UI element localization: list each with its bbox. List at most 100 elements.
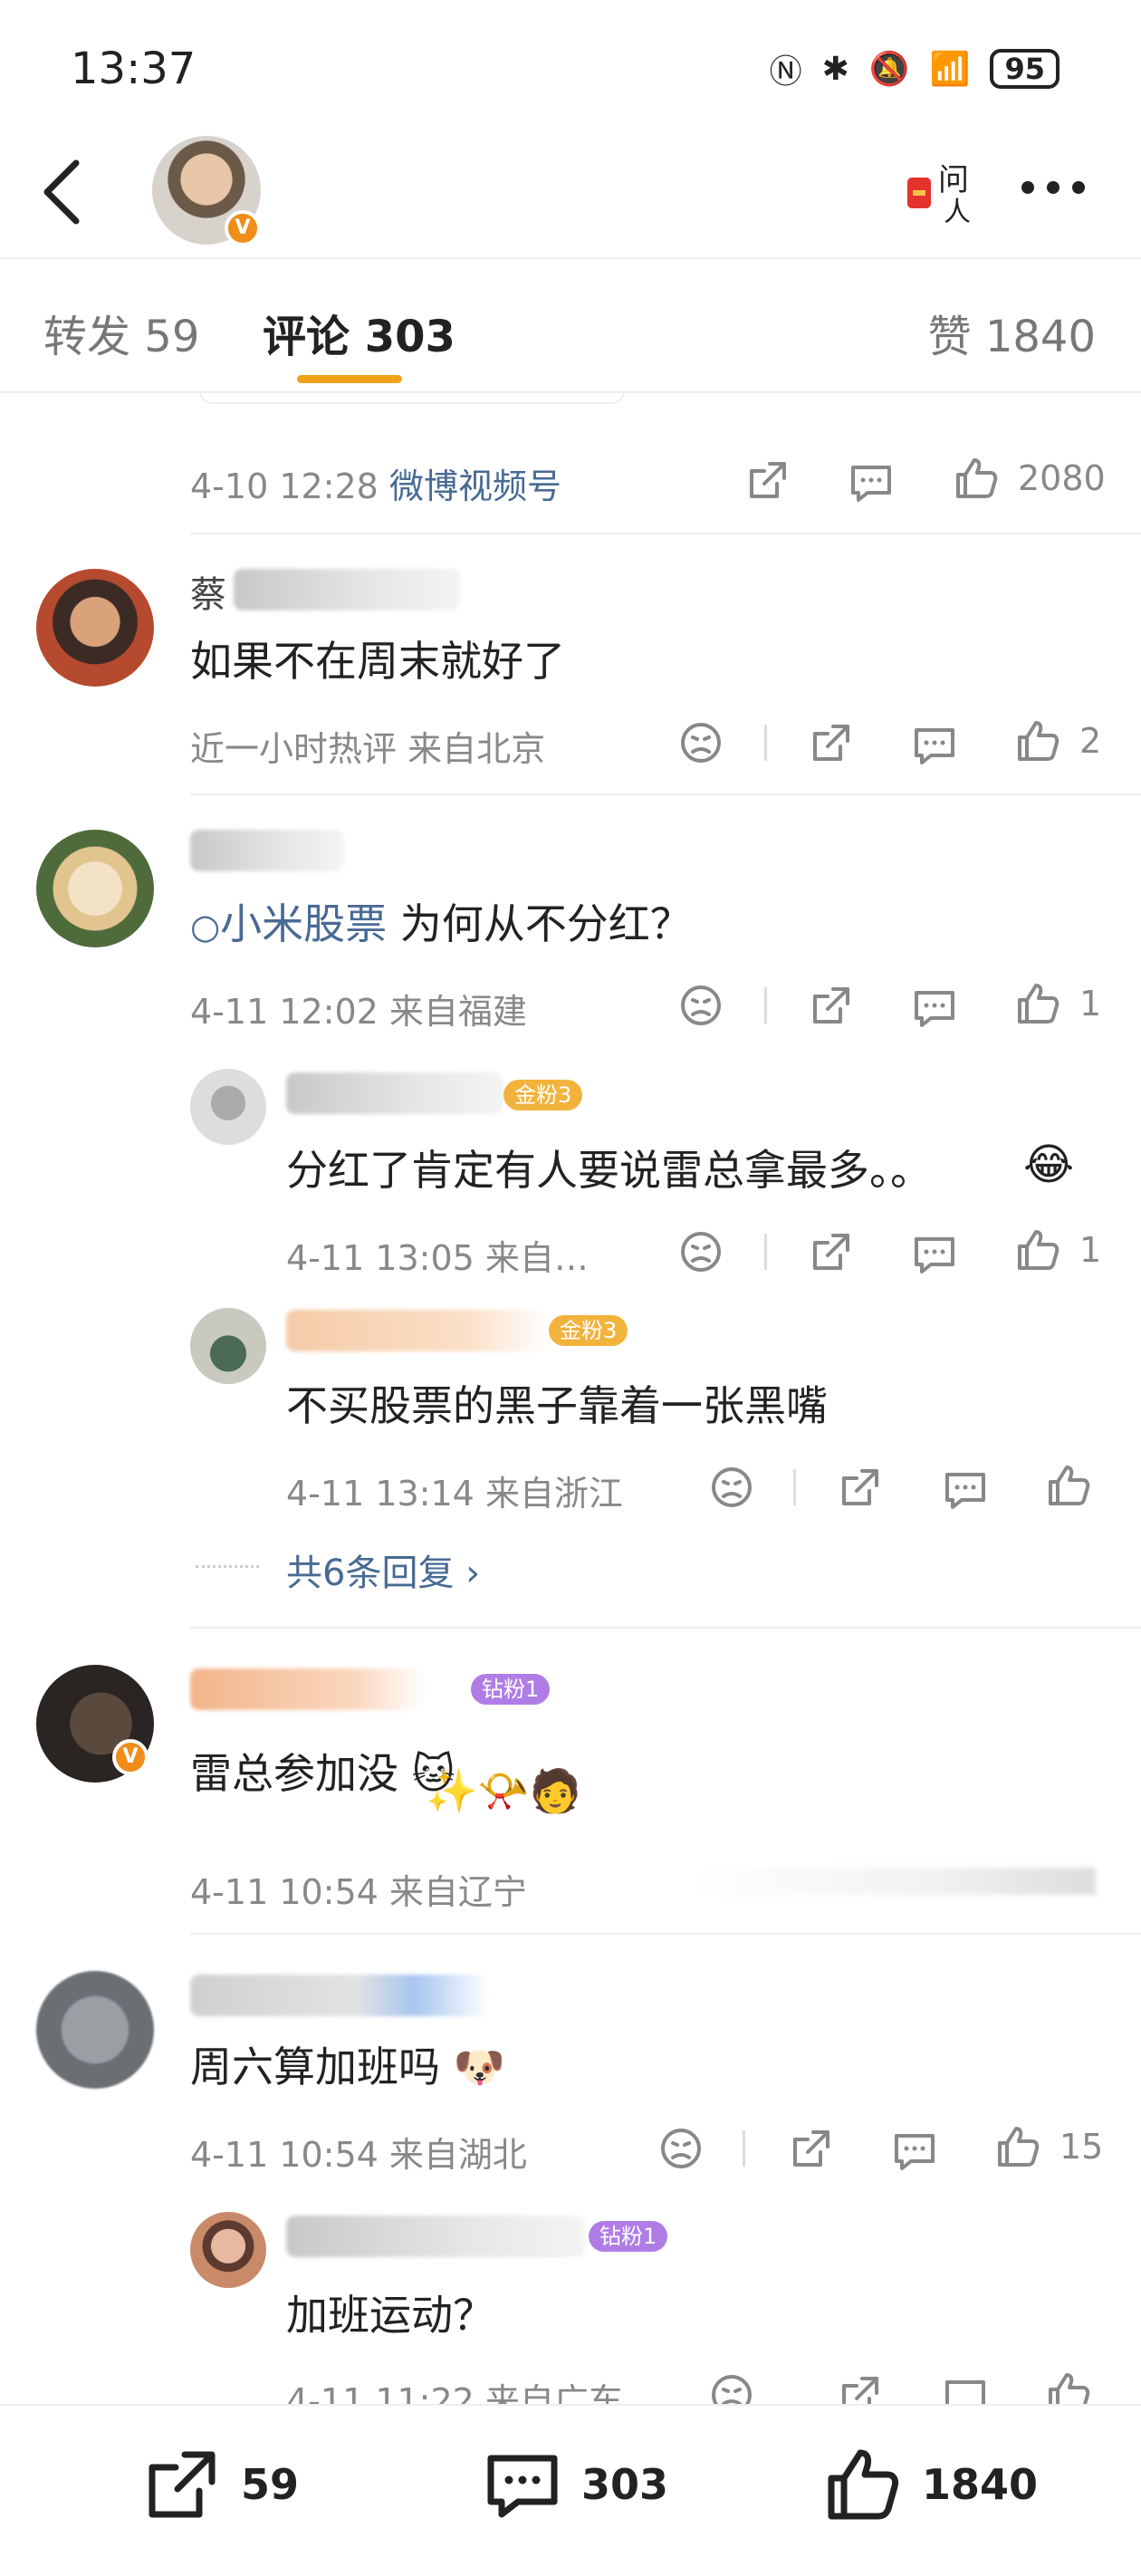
like-icon[interactable]	[1014, 1226, 1061, 1274]
bluetooth-icon: ✱	[821, 50, 849, 88]
replies-dots	[196, 1565, 259, 1568]
comment-meta: 4-11 10:54 来自辽宁	[190, 1872, 527, 1912]
mute-icon: 🔕	[868, 51, 910, 88]
share-icon[interactable]	[808, 982, 855, 1029]
tab-like-count: 1840	[984, 312, 1096, 362]
reply-avatar[interactable]	[190, 1069, 266, 1145]
reply-text: 不买股票的黑子靠着一张黑嘴	[286, 1381, 828, 1430]
more-replies-label: 共6条回复	[286, 1552, 455, 1594]
share-icon[interactable]	[808, 1228, 855, 1275]
tab-repost-label: 转发	[43, 312, 131, 362]
bottom-like-button[interactable]: 1840	[824, 2446, 1038, 2523]
dislike-icon[interactable]	[708, 1464, 755, 1511]
question-icon[interactable]: 问 人	[902, 154, 974, 226]
verified-badge-icon: V	[225, 210, 261, 246]
active-tab-indicator	[297, 375, 402, 383]
comment-icon[interactable]	[911, 984, 958, 1031]
more-icon[interactable]	[1021, 181, 1085, 194]
bottom-like-count: 1840	[922, 2460, 1039, 2509]
tab-repost-count: 59	[144, 312, 200, 362]
post-like-count: 2080	[1018, 458, 1106, 498]
reply-avatar[interactable]	[190, 1308, 266, 1384]
separator	[793, 1469, 796, 1505]
comment-icon[interactable]	[848, 458, 895, 505]
share-icon[interactable]	[837, 1464, 884, 1511]
reply-meta: 4-11 13:05 来自…	[286, 1238, 589, 1278]
search-icon: ○	[190, 907, 221, 947]
svg-text:问: 问	[938, 162, 969, 198]
doge-emoji-icon: 🐶	[453, 2043, 505, 2091]
nfc-icon: Ⓝ	[769, 53, 802, 91]
chevron-right-icon: ›	[465, 1552, 481, 1594]
reply-meta: 4-11 13:14 来自浙江	[286, 1474, 623, 1514]
comment-text: 雷总参加没 🐱	[190, 1741, 455, 1801]
share-icon	[149, 2451, 216, 2518]
post-time: 4-10 12:28	[190, 466, 379, 506]
like-icon[interactable]	[994, 2123, 1041, 2170]
comment-meta: 4-11 10:54 来自湖北	[190, 2135, 527, 2175]
fan-badge: 钻粉1	[471, 1674, 551, 1705]
blurred-username	[286, 2216, 585, 2257]
sticker-icon: ✨📯🧑	[426, 1766, 581, 1815]
comment-avatar[interactable]	[36, 830, 154, 947]
status-time: 13:37	[71, 43, 197, 94]
laugh-emoji-icon: 😂	[1023, 1139, 1075, 1190]
topic-link[interactable]: ○小米股票	[190, 899, 387, 948]
comment-icon[interactable]	[911, 721, 958, 768]
tab-comment[interactable]: 评论 303	[263, 301, 455, 364]
more-replies-link[interactable]: 共6条回复 ›	[286, 1543, 480, 1596]
comment-text-content: 周六算加班吗	[190, 2043, 440, 2091]
post-meta: 4-10 12:28 微博视频号	[190, 458, 561, 508]
comment-author-partial[interactable]: 蔡	[190, 565, 226, 618]
separator	[743, 2130, 745, 2167]
tab-comment-count: 303	[364, 312, 455, 362]
blurred-username	[286, 1310, 549, 1351]
comment-avatar[interactable]	[36, 1971, 154, 2089]
divider	[190, 1627, 1141, 1629]
like-icon	[828, 2449, 899, 2520]
wifi-icon: 📶	[929, 51, 971, 88]
blurred-username	[190, 1668, 426, 1710]
share-icon[interactable]	[808, 719, 855, 766]
blurred-action-row	[688, 1868, 1096, 1895]
comment-meta: 4-11 12:02 来自福建	[190, 992, 527, 1032]
collapsed-card-edge	[199, 391, 625, 404]
comment-like-count: 2	[1079, 721, 1102, 761]
comment-like-count: 15	[1060, 2127, 1104, 2167]
blurred-username	[190, 1975, 489, 2016]
comment-text: 为何从不分红？	[399, 899, 692, 948]
dislike-icon[interactable]	[677, 982, 724, 1029]
dislike-icon[interactable]	[677, 719, 724, 766]
like-icon[interactable]	[1014, 717, 1061, 764]
like-icon[interactable]	[953, 455, 1000, 502]
blurred-username	[190, 830, 344, 871]
svg-text:人: 人	[944, 197, 971, 226]
share-icon[interactable]	[744, 457, 791, 504]
post-source-link[interactable]: 微博视频号	[389, 466, 561, 506]
dislike-icon[interactable]	[657, 2125, 705, 2172]
tab-repost[interactable]: 转发 59	[43, 301, 199, 364]
bottom-repost-button[interactable]: 59	[143, 2446, 299, 2523]
battery-indicator: 95	[990, 49, 1060, 89]
bottom-comment-button[interactable]: 303	[484, 2446, 668, 2523]
status-icons: Ⓝ ✱ 🔕 📶 95	[770, 45, 1060, 92]
divider	[190, 1933, 1141, 1935]
like-icon[interactable]	[1045, 1462, 1092, 1509]
tab-comment-label: 评论	[263, 312, 350, 362]
comment-icon[interactable]	[891, 2127, 938, 2174]
tab-like[interactable]: 赞 1840	[928, 301, 1096, 364]
back-icon[interactable]	[36, 156, 91, 228]
share-icon[interactable]	[788, 2125, 835, 2172]
comment-text: 周六算加班吗 🐶	[190, 2034, 505, 2094]
comment-meta: 近一小时热评 来自北京	[190, 729, 546, 769]
reply-avatar[interactable]	[190, 2212, 266, 2288]
comment-like-count: 1	[1079, 984, 1102, 1024]
dislike-icon[interactable]	[677, 1228, 724, 1275]
comment-icon[interactable]	[911, 1230, 958, 1277]
reply-text: 加班运动？	[286, 2291, 494, 2340]
blurred-username	[234, 569, 460, 610]
like-icon[interactable]	[1014, 980, 1061, 1027]
comment-avatar[interactable]	[36, 569, 154, 687]
divider	[190, 793, 1141, 795]
comment-icon[interactable]	[942, 1466, 989, 1513]
